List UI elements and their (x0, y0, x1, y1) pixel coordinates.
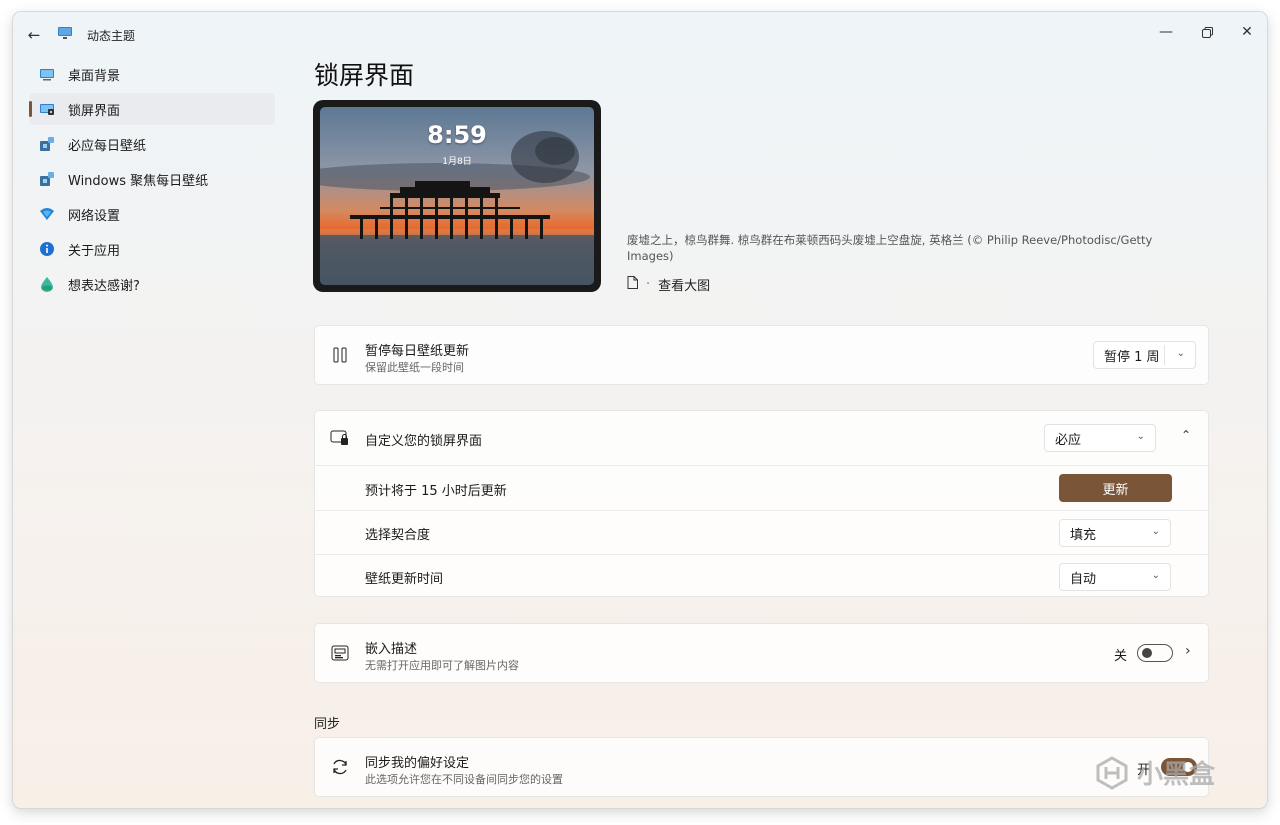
wallpaper-caption: 废墟之上，椋鸟群舞. 椋鸟群在布莱顿西码头废墟上空盘旋, 英格兰 (© Phil… (627, 233, 1153, 263)
puzzle-icon (39, 136, 55, 152)
pause-duration-dropdown[interactable]: 暂停 1 周 ⌄ (1093, 341, 1196, 369)
fit-row: 选择契合度 填充 ⌄ (315, 511, 1208, 554)
lock-screen-icon (39, 101, 55, 117)
lock-screen-settings-icon (330, 428, 350, 448)
desktop-icon (39, 66, 55, 82)
watermark: 小黑盒 (1095, 754, 1215, 791)
sidebar-item-network[interactable]: 网络设置 (29, 198, 275, 230)
sidebar-item-desktop-background[interactable]: 桌面背景 (29, 58, 275, 90)
title-bar: ← 动态主题 — ✕ (13, 12, 1267, 56)
pause-title: 暂停每日壁纸更新 (365, 344, 470, 359)
sidebar-item-label: 锁屏界面 (68, 103, 121, 119)
schedule-row: 壁纸更新时间 自动 ⌄ (315, 555, 1208, 598)
chevron-up-icon[interactable]: ⌃ (1181, 428, 1191, 442)
toggle-knob (1142, 648, 1152, 658)
fit-value: 填充 (1070, 527, 1097, 543)
customize-header-row[interactable]: 自定义您的锁屏界面 必应 ⌄ ⌃ (315, 411, 1208, 465)
next-update-label: 预计将于 15 小时后更新 (365, 484, 507, 499)
sync-subtitle: 此选项允许您在不同设备间同步您的设置 (365, 773, 563, 786)
embed-description-card[interactable]: 嵌入描述 无需打开应用即可了解图片内容 关 › (314, 623, 1209, 683)
chevron-down-icon: ⌄ (1176, 348, 1185, 359)
chevron-down-icon: ⌄ (1151, 526, 1160, 537)
drop-icon (39, 276, 55, 292)
lock-date: 1月8日 (442, 157, 472, 167)
back-arrow-icon[interactable]: ← (23, 24, 45, 46)
chevron-down-icon: ⌄ (1136, 431, 1145, 442)
close-icon[interactable]: ✕ (1227, 18, 1267, 46)
lock-source-value: 必应 (1055, 432, 1082, 448)
schedule-value: 自动 (1070, 571, 1097, 587)
wifi-icon (39, 206, 55, 222)
sidebar-item-label: 网络设置 (68, 208, 121, 224)
pause-update-card: 暂停每日壁纸更新 保留此壁纸一段时间 暂停 1 周 ⌄ (314, 325, 1209, 385)
lock-time: 8:59 (427, 121, 487, 149)
next-update-row: 预计将于 15 小时后更新 更新 (315, 466, 1208, 510)
sidebar-item-about[interactable]: 关于应用 (29, 233, 275, 265)
schedule-dropdown[interactable]: 自动 ⌄ (1059, 563, 1171, 591)
view-large-link[interactable]: 查看大图 (658, 275, 710, 294)
sidebar-item-thanks[interactable]: 想表达感谢? (29, 268, 275, 300)
sync-section-label: 同步 (314, 717, 341, 732)
page-title: 锁屏界面 (314, 61, 415, 90)
app-window: ← 动态主题 — ✕ 桌面背景 锁屏界面 必应每日壁纸 Windows 聚焦每日… (13, 12, 1267, 808)
preview-wallpaper: 8:59 1月8日 (320, 107, 594, 285)
monitor-app-icon (58, 27, 72, 39)
sidebar-nav: 桌面背景 锁屏界面 必应每日壁纸 Windows 聚焦每日壁纸 网络设置 关于应… (29, 58, 275, 303)
pause-duration-value: 暂停 1 周 (1104, 349, 1160, 365)
embed-toggle-label: 关 (1114, 649, 1128, 664)
pause-subtitle: 保留此壁纸一段时间 (365, 361, 464, 374)
embed-description-icon (330, 643, 350, 663)
sidebar-item-label: 关于应用 (68, 243, 121, 259)
update-button[interactable]: 更新 (1059, 474, 1172, 502)
dropdown-divider (1164, 345, 1165, 365)
document-icon[interactable] (627, 276, 638, 293)
pause-icon (330, 345, 350, 365)
chevron-down-icon: ⌄ (1151, 570, 1160, 581)
lock-source-dropdown[interactable]: 必应 ⌄ (1044, 424, 1156, 452)
embed-title: 嵌入描述 (365, 642, 418, 657)
chevron-right-icon: › (1185, 643, 1191, 659)
minimize-icon[interactable]: — (1146, 18, 1186, 46)
sidebar-item-label: 必应每日壁纸 (68, 138, 147, 154)
watermark-logo (1096, 755, 1128, 790)
separator-dot: · (646, 277, 651, 292)
schedule-label: 壁纸更新时间 (365, 572, 444, 587)
window-title: 动态主题 (87, 29, 136, 43)
caption-actions: · 查看大图 (627, 275, 710, 294)
sidebar-item-lock-screen[interactable]: 锁屏界面 (29, 93, 275, 125)
sidebar-item-bing-daily[interactable]: 必应每日壁纸 (29, 128, 275, 160)
sidebar-item-label: 桌面背景 (68, 68, 121, 84)
lock-screen-preview: 8:59 1月8日 (313, 100, 601, 292)
embed-toggle[interactable] (1137, 644, 1173, 662)
customize-title: 自定义您的锁屏界面 (365, 434, 483, 449)
fit-dropdown[interactable]: 填充 ⌄ (1059, 519, 1171, 547)
sidebar-item-label: Windows 聚焦每日壁纸 (68, 173, 209, 189)
sync-icon (330, 757, 350, 777)
customize-lock-card: 自定义您的锁屏界面 必应 ⌄ ⌃ 预计将于 15 小时后更新 更新 选择契合度 … (314, 410, 1209, 597)
sync-preferences-card: 同步我的偏好设定 此选项允许您在不同设备间同步您的设置 开 (314, 737, 1209, 797)
sidebar-item-windows-spotlight[interactable]: Windows 聚焦每日壁纸 (29, 163, 275, 195)
embed-subtitle: 无需打开应用即可了解图片内容 (365, 659, 519, 672)
sidebar-item-label: 想表达感谢? (68, 278, 140, 294)
watermark-text: 小黑盒 (1137, 760, 1216, 790)
restore-icon[interactable] (1187, 18, 1227, 46)
info-icon (39, 241, 55, 257)
puzzle-icon (39, 171, 55, 187)
active-indicator (29, 101, 32, 117)
fit-label: 选择契合度 (365, 528, 431, 543)
sync-title: 同步我的偏好设定 (365, 756, 470, 771)
